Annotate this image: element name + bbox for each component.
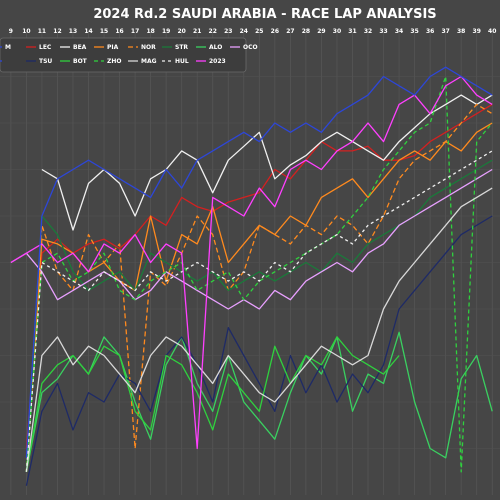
x-tick-label: 11 (38, 28, 46, 35)
legend-label: TSU (39, 58, 52, 65)
x-tick-label: 29 (317, 28, 325, 35)
legend-label: 2023 (209, 58, 226, 65)
x-tick-label: 17 (131, 28, 139, 35)
x-tick-label: 34 (395, 28, 403, 35)
x-tick-label: 32 (364, 28, 372, 35)
x-tick-label: 21 (193, 28, 201, 35)
legend-label: LEC (39, 44, 52, 51)
x-tick-label: 28 (302, 28, 310, 35)
legend: M LEC BEA PIA NOR STR ALO OCO TSU BOT ZHO MAG HUL 202… (0, 37, 258, 73)
legend-label: HUL (175, 58, 189, 65)
x-tick-label: 19 (162, 28, 170, 35)
x-tick-label: 15 (100, 28, 108, 35)
x-tick-label: 30 (333, 28, 341, 35)
x-tick-label: 35 (410, 28, 418, 35)
legend-label: STR (175, 44, 188, 51)
x-tick-label: 20 (177, 28, 185, 35)
legend-label: ALO (209, 44, 222, 51)
x-tick-label: 24 (240, 28, 248, 35)
x-tick-label: 25 (255, 28, 263, 35)
x-tick-label: 40 (488, 28, 496, 35)
x-tick-label: 38 (457, 28, 465, 35)
legend-label: PIA (107, 44, 119, 51)
legend-label: M (5, 44, 11, 51)
x-tick-label: 37 (441, 28, 449, 35)
x-tick-label: 23 (224, 28, 232, 35)
legend-label: BOT (73, 58, 88, 65)
legend-label: OCO (243, 44, 258, 51)
x-tick-label: 26 (271, 28, 279, 35)
x-tick-label: 39 (473, 28, 481, 35)
x-tick-label: 27 (286, 28, 294, 35)
lap-analysis-chart: 2024 Rd.2 SAUDI ARABIA - RACE LAP ANALYS… (0, 0, 500, 500)
x-tick-label: 12 (53, 28, 61, 35)
x-tick-label: 16 (115, 28, 123, 35)
x-tick-label: 10 (22, 28, 30, 35)
x-tick-label: 22 (209, 28, 217, 35)
legend-label: ZHO (107, 58, 121, 65)
x-tick-label: 13 (69, 28, 77, 35)
legend-label: NOR (141, 44, 156, 51)
x-tick-label: 31 (348, 28, 356, 35)
legend-label: MAG (141, 58, 157, 65)
x-tick-label: 18 (146, 28, 154, 35)
x-tick-label: 14 (84, 28, 92, 35)
x-tick-label: 36 (426, 28, 434, 35)
x-tick-label: 33 (379, 28, 387, 35)
chart-title: 2024 Rd.2 SAUDI ARABIA - RACE LAP ANALYS… (93, 7, 436, 22)
x-tick-label: 9 (9, 28, 13, 35)
legend-label: BEA (73, 44, 87, 51)
